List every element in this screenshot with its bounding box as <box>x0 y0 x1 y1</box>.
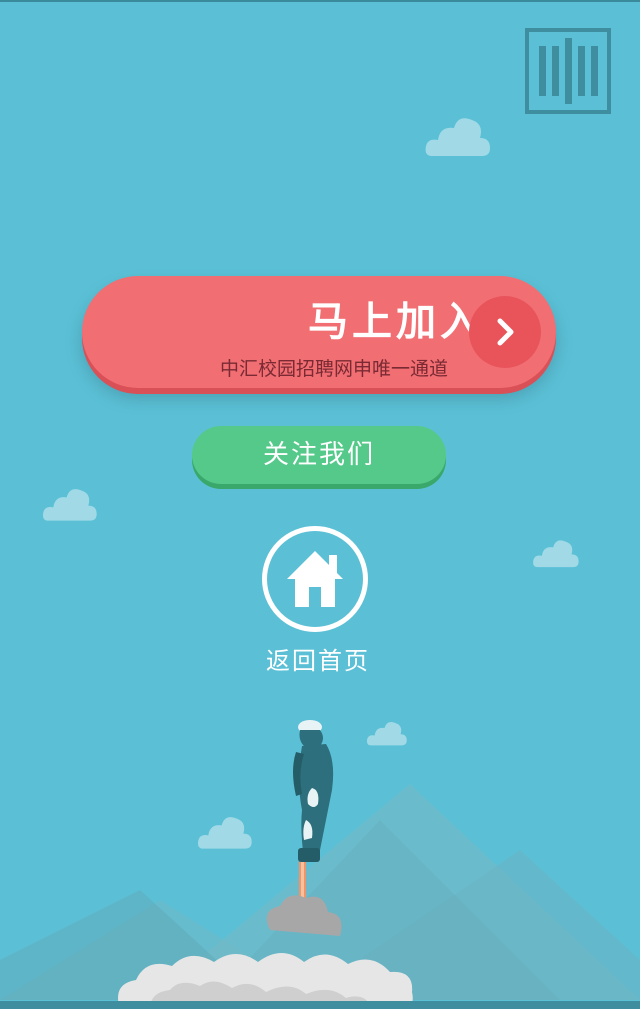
brand-logo-icon <box>525 28 611 114</box>
join-now-subtitle: 中汇校园招聘网申唯一通道 <box>219 358 448 380</box>
back-home-link[interactable]: 返回首页 <box>258 526 382 676</box>
cloud-icon <box>43 489 97 521</box>
cloud-icon <box>425 118 490 156</box>
top-border <box>0 0 640 2</box>
landing-page: 马上加入 中汇校园招聘网申唯一通道 关注我们 返回首页 <box>0 0 640 1009</box>
bottom-bar <box>0 1001 640 1009</box>
rocket-launch-illustration <box>0 720 640 1009</box>
jetpack-figure-icon <box>293 720 334 862</box>
house-icon[interactable] <box>262 526 368 632</box>
join-now-title: 马上加入 <box>308 299 484 345</box>
back-home-label: 返回首页 <box>266 647 370 675</box>
follow-us-button[interactable]: 关注我们 <box>192 426 446 484</box>
cloud-icon <box>533 540 579 568</box>
join-now-button[interactable]: 马上加入 中汇校园招聘网申唯一通道 <box>82 276 556 388</box>
